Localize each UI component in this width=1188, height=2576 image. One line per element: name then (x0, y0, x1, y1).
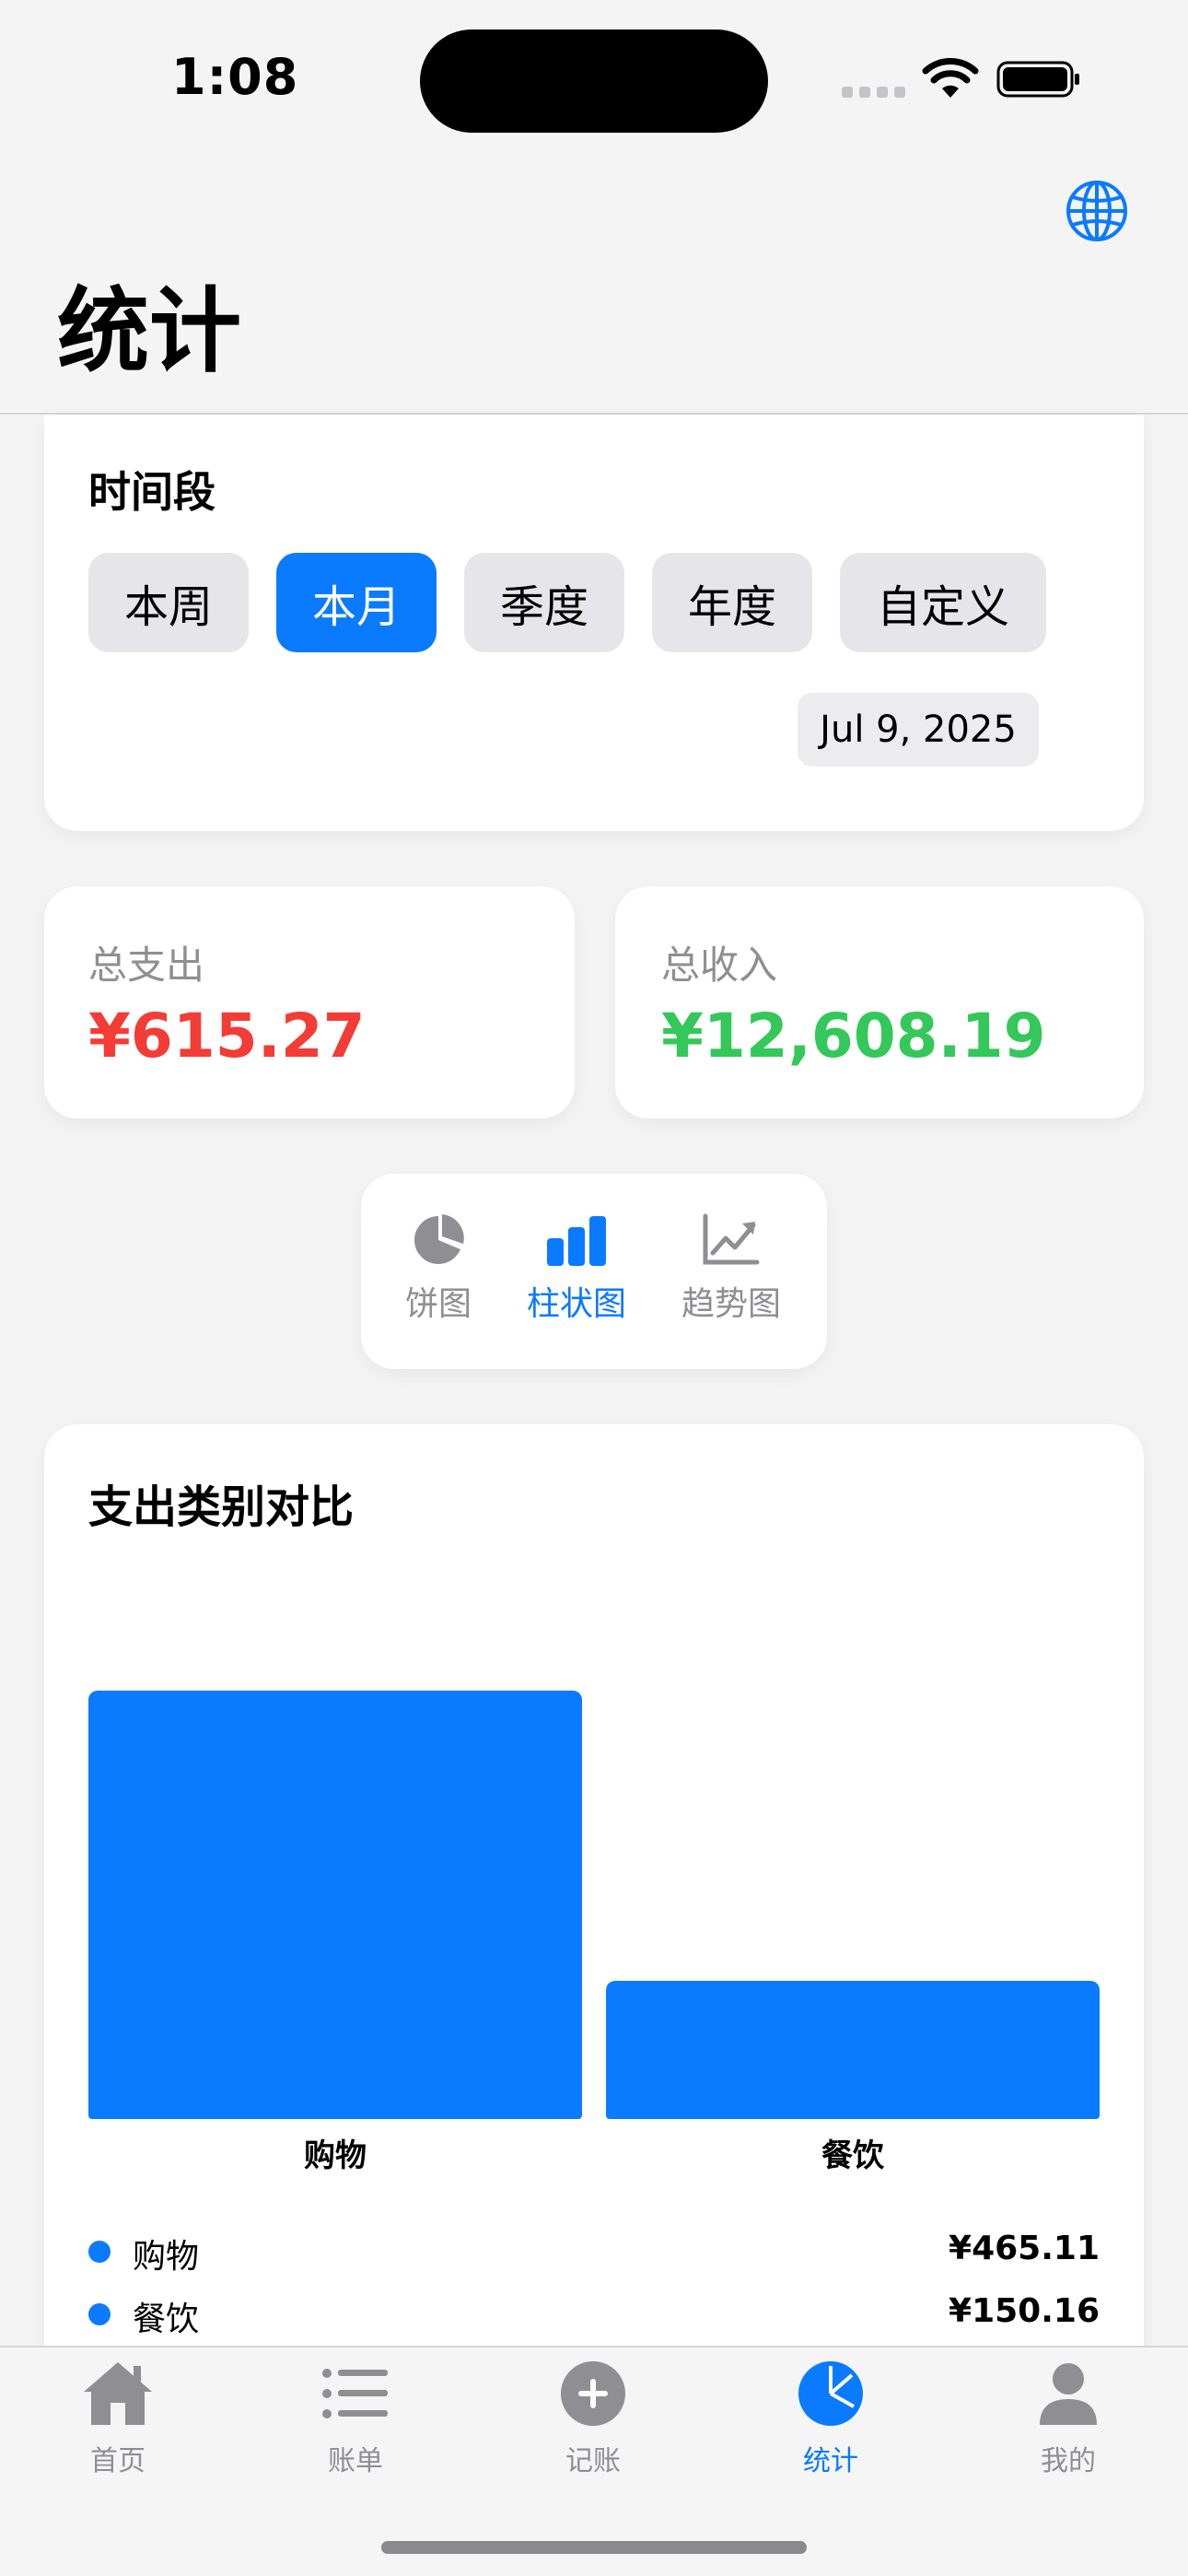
bar-chart: 购物 餐饮 (88, 1566, 1100, 2174)
cellular-signal-icon (842, 87, 906, 98)
bar-label-0: 购物 (304, 2137, 367, 2174)
period-option-month[interactable]: 本月 (276, 553, 437, 652)
tab-statistics[interactable]: 统计 (748, 2359, 914, 2478)
period-option-year[interactable]: 年度 (652, 553, 812, 652)
tab-bills[interactable]: 账单 (273, 2359, 438, 2478)
legend-value-dining: ¥150.16 (949, 2292, 1100, 2330)
status-time: 1:08 (171, 48, 299, 106)
chart-type-pie[interactable]: 饼图 (365, 1212, 512, 1332)
tab-record-label: 记账 (565, 2445, 621, 2477)
tab-record[interactable]: 记账 (510, 2359, 676, 2478)
bar-chart-icon (547, 1216, 606, 1266)
chart-type-trend-label: 趋势图 (681, 1285, 781, 1323)
date-picker-button[interactable]: Jul 9, 2025 (798, 693, 1039, 767)
tab-home[interactable]: 首页 (35, 2359, 201, 2478)
period-title: 时间段 (88, 467, 215, 517)
globe-icon[interactable] (1065, 179, 1129, 243)
bar-label-1: 餐饮 (821, 2137, 884, 2174)
total-expense-value: ¥615.27 (88, 1001, 366, 1071)
legend-value-shopping: ¥465.11 (949, 2230, 1100, 2267)
chart-pie-icon (798, 2361, 863, 2426)
chart-type-bar[interactable]: 柱状图 (503, 1212, 650, 1332)
legend-dot-shopping (88, 2241, 111, 2263)
person-icon (1040, 2363, 1097, 2425)
trend-chart-icon (703, 1213, 760, 1265)
plus-circle-icon (561, 2361, 625, 2426)
page-title: 统计 (57, 277, 241, 385)
home-indicator (381, 2541, 807, 2554)
chart-title: 支出类别对比 (88, 1481, 355, 1533)
chart-type-bar-label: 柱状图 (526, 1285, 626, 1323)
tab-statistics-label: 统计 (803, 2445, 858, 2477)
period-option-custom[interactable]: 自定义 (840, 553, 1046, 652)
period-option-week[interactable]: 本周 (88, 553, 249, 652)
tab-home-label: 首页 (90, 2445, 146, 2477)
pie-chart-icon (414, 1214, 464, 1264)
tab-profile[interactable]: 我的 (985, 2359, 1151, 2478)
tab-profile-label: 我的 (1041, 2445, 1096, 2477)
legend-dot-dining (88, 2303, 111, 2325)
total-expense-label: 总支出 (88, 943, 205, 988)
bar-1[interactable] (606, 1980, 1100, 2119)
legend-name-dining: 餐饮 (133, 2301, 200, 2338)
total-income-value: ¥12,608.19 (661, 1001, 1046, 1071)
tab-bills-label: 账单 (328, 2445, 383, 2477)
chart-type-pie-label: 饼图 (404, 1285, 472, 1323)
dynamic-island (420, 29, 768, 133)
wifi-icon (922, 58, 979, 98)
bar-0[interactable] (88, 1690, 582, 2119)
battery-icon (996, 61, 1079, 98)
list-icon (322, 2369, 388, 2418)
period-option-quarter[interactable]: 季度 (464, 553, 624, 652)
house-icon (84, 2362, 152, 2425)
chart-type-trend[interactable]: 趋势图 (658, 1212, 805, 1332)
total-income-label: 总收入 (661, 943, 778, 988)
legend-name-shopping: 购物 (133, 2238, 200, 2276)
